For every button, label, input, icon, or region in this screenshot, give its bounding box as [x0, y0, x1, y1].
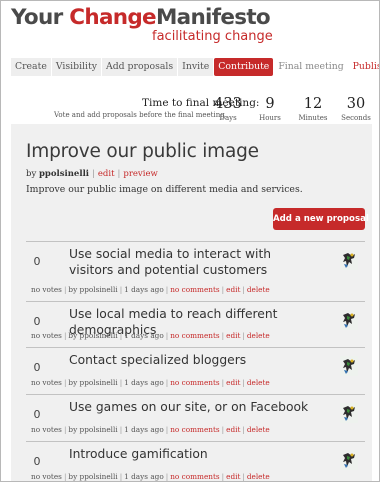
- proposal-author: by ppolsinelli: [68, 285, 118, 294]
- proposal-title[interactable]: Introduce gamification: [69, 446, 309, 462]
- manifesto-title: Improve our public image: [26, 141, 259, 162]
- author-avatar-icon[interactable]: [340, 310, 358, 330]
- proposal-row: 0 Use games on our site, or on Facebook no…: [26, 394, 365, 442]
- proposal-title[interactable]: Use social media to interact with visito…: [69, 246, 309, 278]
- proposal-title[interactable]: Contact specialized bloggers: [69, 352, 309, 368]
- delete-proposal-link[interactable]: delete: [247, 331, 270, 340]
- votes-status: no votes: [31, 378, 62, 387]
- hours-unit: Hours: [259, 114, 281, 122]
- vote-count: 0: [33, 255, 41, 268]
- proposal-meta: no votes | by ppolsinelli | 1 days ago | no co…: [31, 285, 270, 294]
- edit-proposal-link[interactable]: edit: [226, 425, 240, 434]
- comments-link[interactable]: no comments: [170, 425, 219, 434]
- manifesto-byline: by ppolsinelli | edit | preview: [26, 169, 158, 179]
- comments-link[interactable]: no comments: [170, 285, 219, 294]
- proposal-meta: no votes | by ppolsinelli | 1 days ago | no co…: [31, 331, 270, 340]
- author-avatar-icon[interactable]: [340, 356, 358, 376]
- proposal-date: 1 days ago: [124, 425, 164, 434]
- edit-proposal-link[interactable]: edit: [226, 331, 240, 340]
- minutes-value: 12: [303, 96, 323, 112]
- votes-status: no votes: [31, 472, 62, 481]
- proposal-row: 0 Use local media to reach different demo…: [26, 301, 365, 348]
- comments-link[interactable]: no comments: [170, 331, 219, 340]
- comments-link[interactable]: no comments: [170, 472, 219, 481]
- comments-link[interactable]: no comments: [170, 378, 219, 387]
- countdown-minutes: 12 Minutes: [293, 96, 333, 123]
- delete-proposal-link[interactable]: delete: [247, 285, 270, 294]
- author-avatar-icon[interactable]: [340, 403, 358, 423]
- page-frame: Your ChangeManifesto facilitating change…: [0, 0, 380, 482]
- hours-value: 9: [265, 96, 275, 112]
- nav-final-meeting[interactable]: Final meeting: [274, 58, 347, 76]
- proposal-author: by ppolsinelli: [68, 472, 118, 481]
- site-logo[interactable]: Your ChangeManifesto facilitating change: [11, 5, 273, 44]
- delete-proposal-link[interactable]: delete: [247, 472, 270, 481]
- days-unit: Days: [219, 114, 237, 122]
- manifesto-description: Improve our public image on different me…: [26, 184, 303, 195]
- nav-create[interactable]: Create: [11, 58, 51, 76]
- vote-count: 0: [33, 361, 41, 374]
- manifesto-panel: Improve our public image by ppolsinelli |…: [11, 124, 372, 481]
- nav-visibility[interactable]: Visibility: [51, 58, 101, 76]
- add-proposal-button[interactable]: Add a new proposal: [273, 208, 369, 230]
- countdown-hours: 9 Hours: [250, 96, 290, 123]
- proposal-row: 0 Use social media to interact with visit…: [26, 241, 365, 302]
- delete-proposal-link[interactable]: delete: [247, 378, 270, 387]
- logo-tagline: facilitating change: [152, 29, 273, 44]
- nav-invite[interactable]: Invite: [178, 58, 214, 76]
- proposal-row: 0 Contact specialized bloggers no votes | by…: [26, 347, 365, 395]
- proposal-meta: no votes | by ppolsinelli | 1 days ago | no co…: [31, 472, 270, 481]
- seconds-unit: Seconds: [341, 114, 371, 122]
- edit-proposal-link[interactable]: edit: [226, 472, 240, 481]
- proposal-date: 1 days ago: [124, 378, 164, 387]
- votes-status: no votes: [31, 331, 62, 340]
- countdown-sublabel: Vote and add proposals before the final …: [54, 111, 227, 119]
- edit-proposal-link[interactable]: edit: [226, 285, 240, 294]
- author-avatar-icon[interactable]: [340, 250, 358, 270]
- logo-word-manifesto: Manifesto: [155, 5, 271, 30]
- seconds-value: 30: [346, 96, 366, 112]
- author-avatar-icon[interactable]: [340, 450, 358, 470]
- proposal-row: 0 Introduce gamification no votes | by ppols…: [26, 441, 365, 481]
- byline-prefix: by: [26, 169, 39, 179]
- nav-add-proposals[interactable]: Add proposals: [101, 58, 178, 76]
- step-nav: Create Visibility Add proposals Invite C…: [11, 58, 379, 76]
- logo-wordmark: Your ChangeManifesto: [11, 5, 271, 31]
- proposal-author: by ppolsinelli: [68, 378, 118, 387]
- nav-contribute[interactable]: Contribute: [214, 58, 274, 76]
- vote-count: 0: [33, 455, 41, 468]
- preview-manifesto-link[interactable]: preview: [123, 169, 157, 179]
- countdown-days: 433 Days: [208, 96, 248, 123]
- proposal-title[interactable]: Use games on our site, or on Facebook: [69, 399, 309, 415]
- logo-word-change: Change: [69, 5, 156, 30]
- nav-publish[interactable]: Publish: [349, 58, 379, 76]
- countdown-seconds: 30 Seconds: [336, 96, 376, 123]
- proposal-meta: no votes | by ppolsinelli | 1 days ago | no co…: [31, 425, 270, 434]
- vote-count: 0: [33, 408, 41, 421]
- proposal-author: by ppolsinelli: [68, 331, 118, 340]
- proposal-meta: no votes | by ppolsinelli | 1 days ago | no co…: [31, 378, 270, 387]
- edit-manifesto-link[interactable]: edit: [98, 169, 115, 179]
- proposal-author: by ppolsinelli: [68, 425, 118, 434]
- votes-status: no votes: [31, 425, 62, 434]
- proposal-date: 1 days ago: [124, 472, 164, 481]
- votes-status: no votes: [31, 285, 62, 294]
- manifesto-author[interactable]: ppolsinelli: [39, 169, 89, 179]
- proposal-date: 1 days ago: [124, 331, 164, 340]
- logo-word-your: Your: [11, 5, 70, 30]
- minutes-unit: Minutes: [298, 114, 328, 122]
- proposal-date: 1 days ago: [124, 285, 164, 294]
- delete-proposal-link[interactable]: delete: [247, 425, 270, 434]
- edit-proposal-link[interactable]: edit: [226, 378, 240, 387]
- days-value: 433: [214, 96, 242, 112]
- vote-count: 0: [33, 315, 41, 328]
